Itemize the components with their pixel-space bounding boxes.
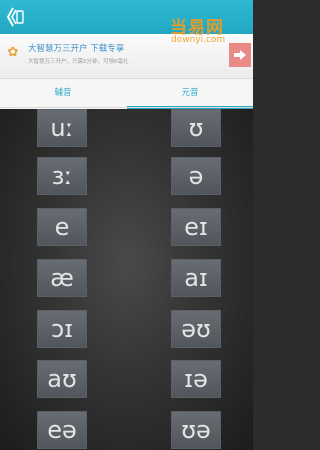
phoneme-tile[interactable]: ɔɪ bbox=[37, 310, 87, 348]
phoneme-tile[interactable]: uː bbox=[37, 109, 87, 147]
phoneme-tile[interactable]: æ bbox=[37, 259, 87, 297]
phoneme-tile[interactable]: ʊ bbox=[171, 109, 221, 147]
ad-logo-icon: ✿ bbox=[7, 45, 19, 60]
back-arrow-icon bbox=[7, 6, 25, 28]
phoneme-tile[interactable]: əʊ bbox=[171, 310, 221, 348]
phoneme-tile[interactable]: aʊ bbox=[37, 360, 87, 398]
watermark-url: downyi.com bbox=[171, 35, 226, 45]
phoneme-tile[interactable]: ɪə bbox=[171, 360, 221, 398]
ad-subtitle: 大智慧万三开户，只需5分钟，可领6毫礼 bbox=[28, 59, 129, 65]
tab-vowels[interactable]: 元音 bbox=[127, 79, 253, 109]
phoneme-tile[interactable]: ʊə bbox=[171, 411, 221, 449]
phoneme-tile[interactable]: ɜː bbox=[37, 157, 87, 195]
ad-arrow-button[interactable] bbox=[229, 43, 251, 67]
phoneme-tile[interactable]: e bbox=[37, 208, 87, 246]
phoneme-tile[interactable]: eə bbox=[37, 411, 87, 449]
arrow-right-icon bbox=[233, 46, 247, 65]
tab-consonants[interactable]: 辅音 bbox=[0, 79, 126, 109]
phoneme-tile[interactable]: eɪ bbox=[171, 208, 221, 246]
ad-title: 大智慧万三开户 下载专享 bbox=[28, 44, 125, 54]
tab-divider bbox=[0, 107, 253, 108]
phoneme-tile[interactable]: ə bbox=[171, 157, 221, 195]
tab-bar: 辅音 元音 bbox=[0, 79, 253, 109]
phoneme-grid: uː ʊ ɜː ə e eɪ æ aɪ ɔɪ əʊ aʊ ɪə eə ʊə bbox=[0, 109, 253, 450]
back-button[interactable] bbox=[2, 3, 30, 31]
phoneme-tile[interactable]: aɪ bbox=[171, 259, 221, 297]
